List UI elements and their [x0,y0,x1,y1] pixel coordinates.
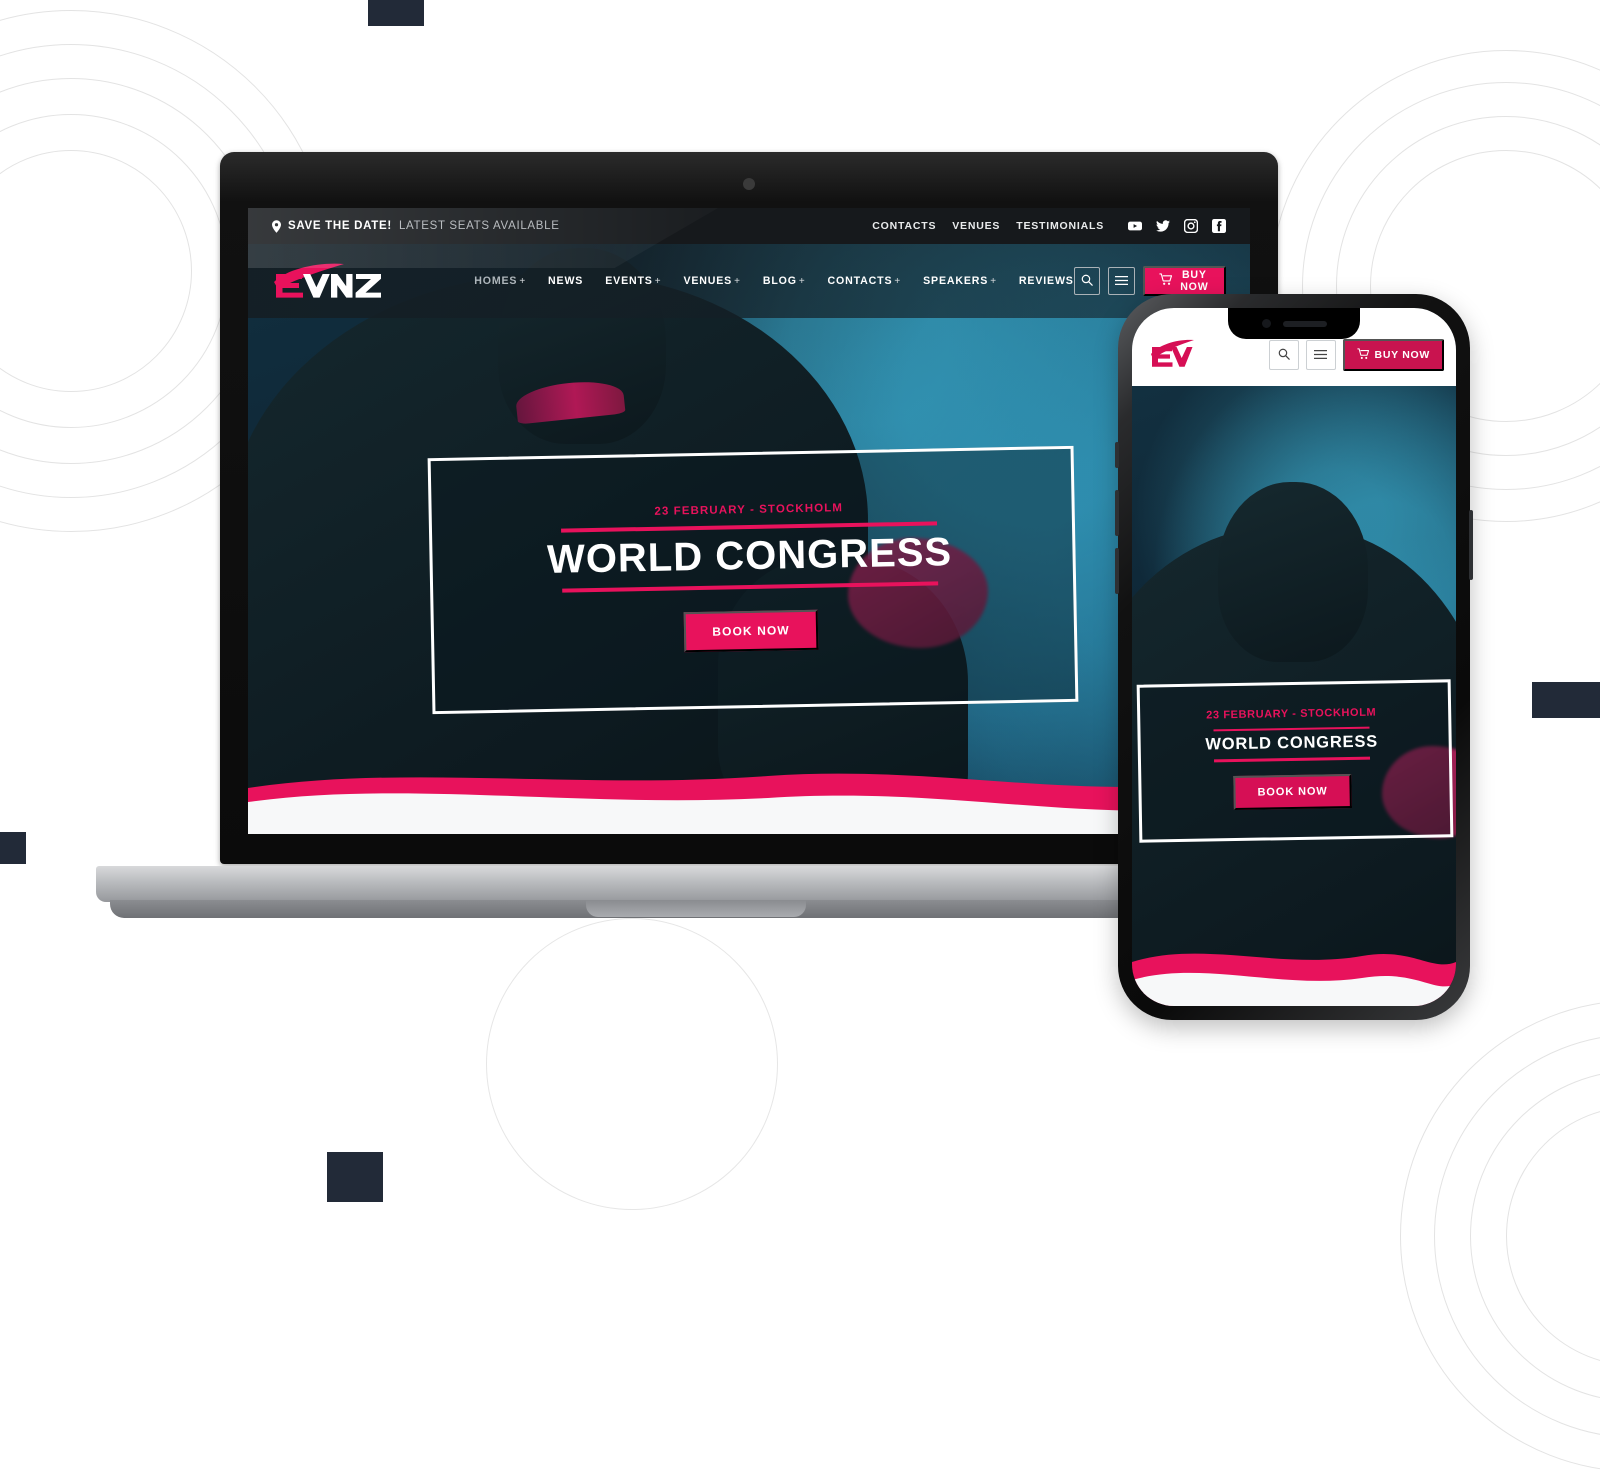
phone-volume-up-button[interactable] [1115,490,1119,536]
nav-item-label: VENUES [683,275,733,287]
mobile-speaker-head [1218,482,1368,662]
mobile-buy-now-label: BUY NOW [1374,349,1430,361]
nav-item-speakers[interactable]: SPEAKERS + [923,275,997,287]
laptop-base-top [96,866,1296,902]
nav-item-events[interactable]: EVENTS + [605,275,661,287]
phone-silent-switch[interactable] [1115,442,1119,468]
mobile-buy-now-button[interactable]: BUY NOW [1342,339,1444,371]
chevron-plus-icon: + [734,275,741,287]
mobile-book-now-button[interactable]: BOOK NOW [1233,773,1352,810]
mobile-header-actions: BUY NOW [1268,339,1444,371]
desktop-website: SAVE THE DATE! LATEST SEATS AVAILABLE CO… [248,208,1250,834]
decor-square-top [368,0,424,26]
decor-rings-bottom-right [1400,1000,1600,1472]
phone-mockup: BUY NOW 23 FEBRUARY - STOCKHOLM WORLD CO… [1115,294,1473,1020]
nav-item-homes[interactable]: HOMES + [474,275,526,287]
nav-menu: HOMES + NEWS EVENTS + VENUES + BLOG + CONTAC… [474,275,1073,287]
hero-title: WORLD CONGRESS [546,529,953,582]
nav-item-label: HOMES [474,275,518,287]
mobile-hero-date-location: 23 FEBRUARY - STOCKHOLM [1206,706,1377,721]
phone-notch [1228,308,1360,339]
chevron-plus-icon: + [654,275,662,287]
menu-button[interactable] [1107,267,1135,295]
earpiece-speaker-icon [1282,320,1327,327]
hero-date-location: 23 FEBRUARY - STOCKHOLM [654,501,844,518]
phone-volume-down-button[interactable] [1115,548,1119,594]
youtube-icon[interactable] [1128,219,1142,233]
cart-icon [1356,347,1369,363]
mobile-menu-button[interactable] [1305,340,1336,370]
webcam-icon [743,178,755,190]
laptop-mockup: SAVE THE DATE! LATEST SEATS AVAILABLE CO… [96,152,1296,920]
nav-item-label: CONTACTS [827,275,893,287]
facebook-icon[interactable] [1212,219,1226,233]
laptop-base-notch [586,900,806,917]
nav-item-label: REVIEWS [1018,275,1074,287]
nav-item-reviews[interactable]: REVIEWS [1019,275,1074,287]
chevron-plus-icon: + [894,275,902,287]
laptop-base-bottom [110,900,1282,918]
nav-item-news[interactable]: NEWS [548,275,583,287]
cart-icon [1159,273,1172,289]
mobile-hero-content: 23 FEBRUARY - STOCKHOLM WORLD CONGRESS B… [1137,679,1448,836]
decor-square-left [0,832,26,864]
topbar-link-testimonials[interactable]: TESTIMONIALS [1016,220,1104,232]
topbar-links: CONTACTS VENUES TESTIMONIALS [872,219,1226,233]
chevron-plus-icon: + [519,275,527,287]
mockup-canvas: SAVE THE DATE! LATEST SEATS AVAILABLE CO… [0,0,1600,1472]
phone-power-button[interactable] [1469,510,1473,580]
chevron-plus-icon: + [798,275,806,287]
nav-item-label: EVENTS [605,275,653,287]
decor-square-right [1532,682,1600,718]
phone-screen: BUY NOW 23 FEBRUARY - STOCKHOLM WORLD CO… [1132,308,1456,1006]
nav-item-contacts[interactable]: CONTACTS + [828,275,902,287]
laptop-base [96,866,1296,920]
mobile-search-button[interactable] [1268,340,1299,370]
decor-circle-bottom-center [486,918,778,1210]
buy-now-label: BUY NOW [1180,269,1209,293]
nav-item-venues[interactable]: VENUES + [683,275,740,287]
mobile-hero-wave-decoration [1132,916,1456,1006]
search-button[interactable] [1073,267,1100,295]
decor-square-bottom [327,1152,383,1202]
nav-item-label: BLOG [762,275,797,287]
buy-now-button[interactable]: BUY NOW [1142,266,1226,296]
nav-item-label: NEWS [548,275,584,287]
hamburger-icon [1314,348,1328,363]
topbar-link-contacts[interactable]: CONTACTS [872,220,936,232]
nav-item-blog[interactable]: BLOG + [763,275,806,287]
twitter-icon[interactable] [1156,219,1170,233]
mobile-hero: 23 FEBRUARY - STOCKHOLM WORLD CONGRESS B… [1132,386,1456,1006]
nav-item-label: SPEAKERS [923,275,989,287]
mobile-hero-title: WORLD CONGRESS [1205,732,1379,754]
laptop-screen: SAVE THE DATE! LATEST SEATS AVAILABLE CO… [248,208,1250,834]
social-links [1128,219,1226,233]
search-icon [1278,348,1290,363]
hero-content: 23 FEBRUARY - STOCKHOLM WORLD CONGRESS B… [428,446,1073,708]
nav-actions: BUY NOW [1073,266,1226,296]
hero-wave-decoration [248,724,1250,834]
search-icon [1081,274,1093,289]
chevron-plus-icon: + [990,275,997,287]
hamburger-icon [1114,274,1128,289]
instagram-icon[interactable] [1184,219,1198,233]
topbar-link-venues[interactable]: VENUES [952,220,1000,232]
mobile-site-logo[interactable] [1150,338,1200,372]
book-now-button[interactable]: BOOK NOW [683,609,819,652]
front-camera-icon [1261,319,1271,328]
